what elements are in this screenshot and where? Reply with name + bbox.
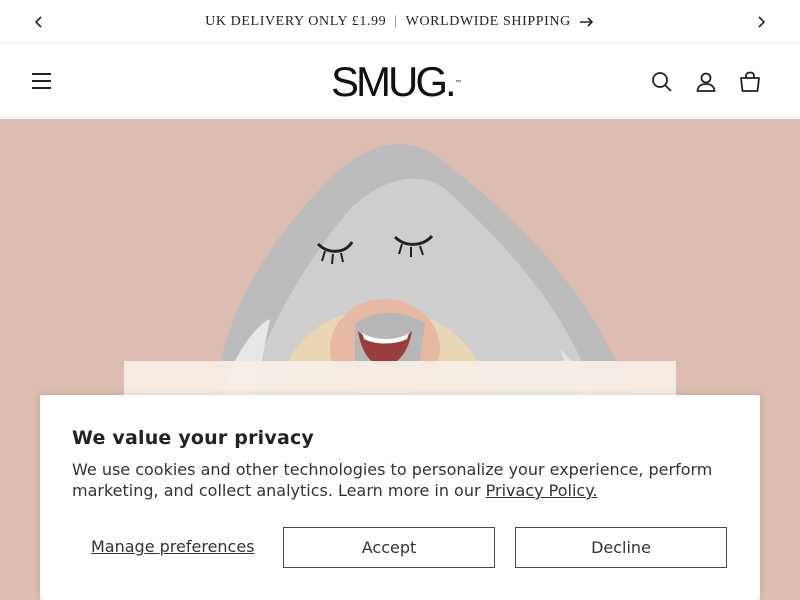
hamburger-icon-line — [32, 87, 51, 89]
account-button[interactable] — [694, 70, 718, 94]
menu-button[interactable] — [30, 71, 54, 91]
manage-preferences-link[interactable]: Manage preferences — [91, 537, 255, 556]
announcement-text-1: UK DELIVERY ONLY £1.99 — [205, 13, 387, 29]
site-header: SMUG. ™ — [0, 45, 800, 118]
cookie-description: We use cookies and other technologies to… — [72, 459, 732, 501]
arrow-right-icon — [579, 16, 593, 27]
cookie-consent-dialog: We value your privacy We use cookies and… — [40, 395, 760, 600]
hamburger-icon-line — [32, 80, 51, 82]
search-icon — [652, 72, 672, 92]
user-icon — [696, 72, 716, 92]
cookie-title: We value your privacy — [72, 427, 315, 449]
chevron-left-icon — [34, 16, 42, 28]
cookie-body-text: We use cookies and other technologies to… — [72, 460, 713, 500]
search-button[interactable] — [650, 70, 674, 94]
bag-icon — [740, 71, 760, 92]
announcement-separator: | — [394, 13, 398, 29]
accept-button[interactable]: Accept — [283, 527, 495, 568]
announcement-link[interactable]: UK DELIVERY ONLY £1.99 | WORLDWIDE SHIPP… — [205, 14, 595, 30]
logo-text: SMUG. — [331, 58, 457, 105]
chevron-right-icon — [758, 16, 766, 28]
hamburger-icon — [32, 73, 51, 75]
smug-logo[interactable]: SMUG. ™ — [331, 58, 461, 105]
privacy-policy-link[interactable]: Privacy Policy. — [486, 481, 598, 500]
announcement-prev-button[interactable] — [29, 12, 49, 32]
announcement-text-2: WORLDWIDE SHIPPING — [405, 13, 571, 29]
logo-trademark: ™ — [455, 80, 461, 86]
announcement-bar: UK DELIVERY ONLY £1.99 | WORLDWIDE SHIPP… — [0, 0, 800, 44]
cart-button[interactable] — [738, 70, 762, 94]
decline-button[interactable]: Decline — [515, 527, 727, 568]
announcement-next-button[interactable] — [751, 12, 771, 32]
